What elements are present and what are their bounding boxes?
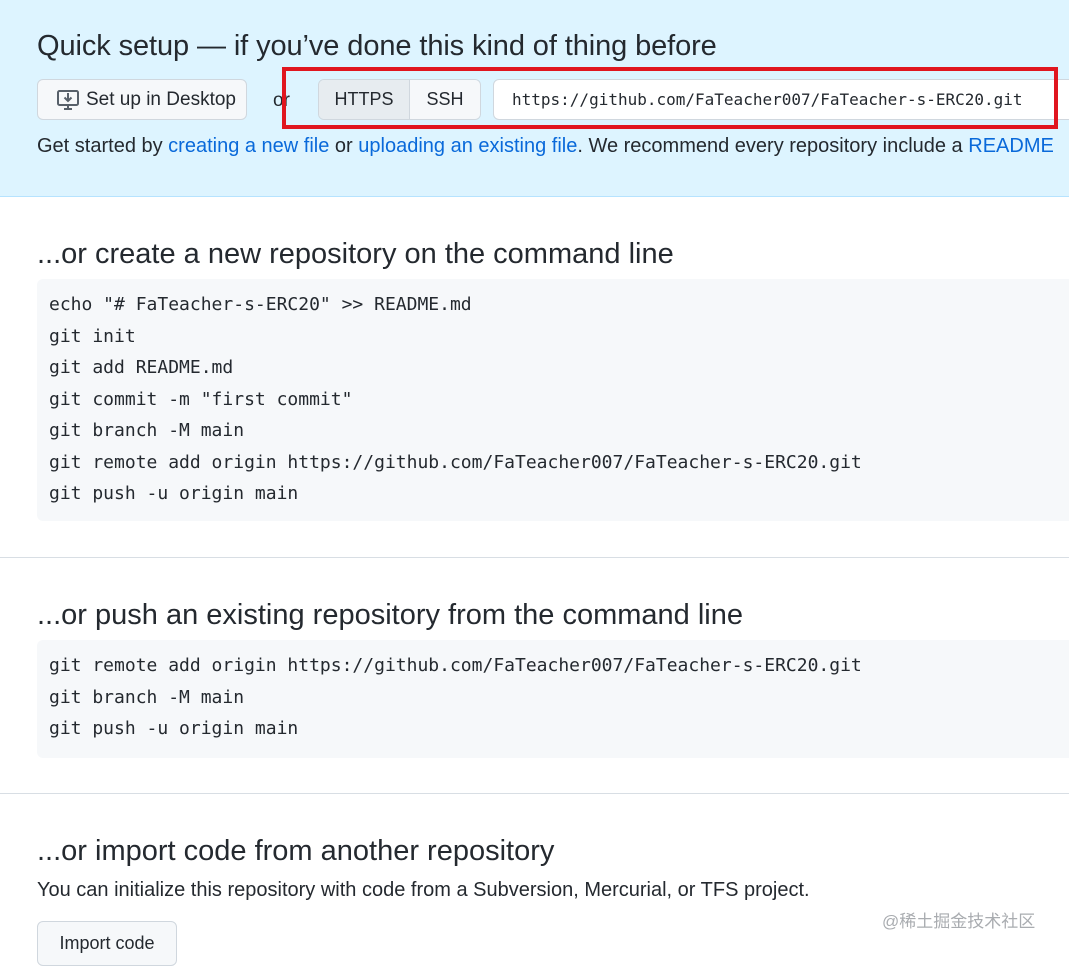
create-section-title: ...or create a new repository on the com… — [37, 238, 674, 270]
code-line: git remote add origin https://github.com… — [49, 655, 862, 676]
code-line: git commit -m "first commit" — [49, 388, 353, 410]
started-prefix: Get started by — [37, 135, 169, 157]
code-line: git branch -M main — [49, 420, 245, 441]
setup-desktop-label: Set up in Desktop — [86, 88, 236, 110]
push-code-block[interactable]: git remote add origin https://github.com… — [37, 640, 1069, 758]
import-section-title: ...or import code from another repositor… — [37, 835, 555, 867]
protocol-toggle: HTTPS SSH — [318, 79, 481, 120]
code-line: git push -u origin main — [49, 718, 299, 739]
code-line: git branch -M main — [49, 686, 245, 708]
quick-setup-title: Quick setup — if you’ve done this kind o… — [37, 30, 717, 62]
quick-setup-panel: Quick setup — if you’ve done this kind o… — [0, 0, 1069, 197]
code-line: git init — [49, 325, 136, 347]
readme-link[interactable]: README — [968, 135, 1054, 157]
https-tab[interactable]: HTTPS — [319, 80, 410, 119]
ssh-tab[interactable]: SSH — [410, 80, 480, 119]
desktop-download-icon — [57, 89, 79, 110]
code-line: git remote add origin https://github.com… — [49, 451, 862, 473]
code-line: echo "# FaTeacher-s-ERC20" >> README.md — [49, 294, 472, 315]
import-description: You can initialize this repository with … — [37, 879, 810, 901]
code-line: git push -u origin main — [49, 483, 299, 504]
section-divider — [0, 793, 1069, 794]
section-divider — [0, 557, 1069, 558]
push-section-title: ...or push an existing repository from t… — [37, 599, 743, 631]
clone-url-input[interactable]: https://github.com/FaTeacher007/FaTeache… — [493, 79, 1069, 120]
setup-desktop-button[interactable]: Set up in Desktop — [37, 79, 247, 120]
upload-file-link[interactable]: uploading an existing file — [358, 135, 577, 157]
create-code-block[interactable]: echo "# FaTeacher-s-ERC20" >> README.md g… — [37, 279, 1069, 521]
started-suffix: . We recommend every repository include … — [577, 135, 969, 157]
create-new-file-link[interactable]: creating a new file — [168, 135, 329, 157]
or-label: or — [273, 90, 290, 111]
get-started-text: Get started by creating a new file or up… — [37, 135, 1054, 158]
started-or: or — [329, 135, 359, 157]
watermark: @稀土掘金技术社区 — [882, 912, 1036, 931]
code-line: git add README.md — [49, 357, 234, 378]
import-code-button[interactable]: Import code — [37, 921, 177, 966]
